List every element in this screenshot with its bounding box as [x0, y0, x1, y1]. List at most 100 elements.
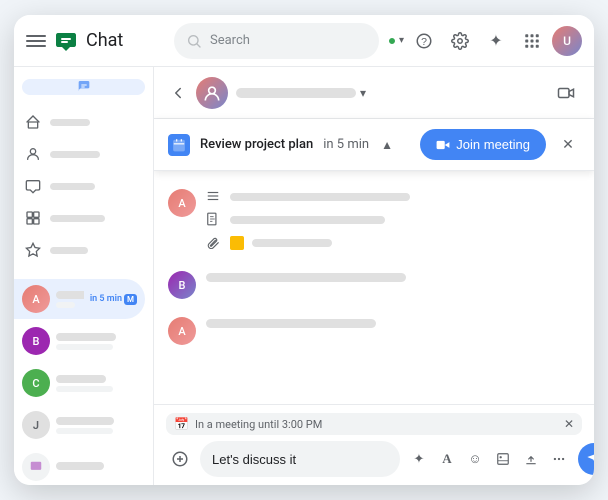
sparkle-tool-btn[interactable]: ✦: [406, 446, 432, 472]
svg-text:?: ?: [421, 35, 427, 47]
sidebar-name-bar-3: [56, 375, 106, 383]
compose-button[interactable]: [22, 79, 145, 95]
rooms-label: [50, 215, 105, 222]
back-button[interactable]: [166, 81, 190, 105]
meeting-status-close[interactable]: ✕: [564, 417, 574, 431]
sidebar-item-text-3: [56, 375, 137, 392]
sidebar-preview-bar-2: [56, 344, 113, 350]
people-icon: [24, 145, 42, 163]
top-bar-left: Chat: [26, 29, 166, 53]
meeting-status-bar: 📅 In a meeting until 3:00 PM ✕: [166, 413, 582, 435]
main-body: A in 5 min M B: [14, 67, 594, 485]
upload-btn[interactable]: [518, 446, 544, 472]
sidebar-name-bar-5: [56, 462, 104, 470]
sidebar-chat-item-2[interactable]: B: [14, 321, 145, 361]
join-meeting-button[interactable]: Join meeting: [420, 129, 546, 160]
rooms-icon: [24, 209, 42, 227]
sidebar-item-text-2: [56, 333, 137, 350]
emoji-btn[interactable]: ☺: [462, 446, 488, 472]
sidebar-name-bar-1: [56, 291, 84, 299]
message-group-2: B: [168, 269, 580, 299]
close-banner-button[interactable]: ✕: [556, 133, 580, 157]
sidebar-avatar-3: C: [22, 369, 50, 397]
msg-text-bar-1a: [230, 193, 410, 201]
sidebar-chat-item-4[interactable]: J: [14, 405, 145, 445]
meet-badge: M: [124, 294, 137, 305]
sidebar-chat-item-3[interactable]: C: [14, 363, 145, 403]
star-label: [50, 247, 88, 254]
sidebar-item-text-1: [56, 291, 84, 308]
home-label: [50, 119, 90, 126]
sidebar-avatar-4: J: [22, 411, 50, 439]
sidebar-item-chat[interactable]: [14, 171, 145, 201]
search-placeholder: Search: [210, 33, 250, 48]
status-indicator[interactable]: ▾: [387, 35, 404, 46]
sidebar-item-star[interactable]: [14, 235, 145, 265]
sidebar-chat-item-1[interactable]: A in 5 min M: [14, 279, 145, 319]
meeting-event-title: Review project plan: [200, 137, 313, 152]
chat-label: [50, 183, 95, 190]
msg-text-bar-3a: [206, 319, 376, 328]
sidebar-avatar-5: [22, 453, 50, 481]
msg-content-row-1: [206, 187, 580, 207]
more-options-btn[interactable]: [546, 446, 572, 472]
msg-content-row-2: [206, 210, 580, 230]
menu-icon[interactable]: [26, 31, 46, 51]
google-chat-logo: [54, 29, 78, 53]
video-call-icon[interactable]: [550, 77, 582, 109]
messages-area: A: [154, 171, 594, 404]
sidebar-chat-item-5[interactable]: [14, 447, 145, 485]
user-avatar[interactable]: U: [552, 26, 582, 56]
sidebar-avatar-2: B: [22, 327, 50, 355]
msg-text-bar-1c: [252, 239, 332, 247]
search-icon: [186, 33, 202, 49]
msg-content-3: [206, 315, 580, 328]
sidebar-item-text-4: [56, 417, 137, 434]
msg-text-bar-1b: [230, 216, 385, 224]
status-dot: [387, 36, 397, 46]
chat-icon: [24, 177, 42, 195]
msg-avatar-1: A: [168, 189, 196, 217]
message-input[interactable]: [200, 441, 400, 477]
sidebar-item-rooms[interactable]: [14, 203, 145, 233]
media-btn[interactable]: [490, 446, 516, 472]
meeting-banner: Review project plan in 5 min ▲ Join meet…: [154, 119, 594, 171]
help-icon[interactable]: ?: [408, 25, 440, 57]
grid-icon[interactable]: [516, 25, 548, 57]
chat-header-actions: [550, 77, 582, 109]
msg-avatar-3: A: [168, 317, 196, 345]
chat-list: A in 5 min M B: [14, 277, 153, 485]
sidebar-item-home[interactable]: [14, 107, 145, 137]
top-bar-right: ▾ ? ✦: [387, 25, 582, 57]
msg-text-bar-2a: [206, 273, 406, 282]
sparkle-icon[interactable]: ✦: [480, 25, 512, 57]
chat-header-chevron[interactable]: ▾: [360, 86, 366, 100]
chat-header-avatar: [196, 77, 228, 109]
msg-avatar-2: B: [168, 271, 196, 299]
format-text-btn[interactable]: A: [434, 446, 460, 472]
sidebar: A in 5 min M B: [14, 67, 154, 485]
settings-icon[interactable]: [444, 25, 476, 57]
search-bar[interactable]: Search: [174, 23, 379, 59]
send-button[interactable]: [578, 443, 594, 475]
chat-header: ▾: [154, 67, 594, 119]
yellow-box-icon: [230, 236, 244, 250]
input-toolbar: ✦ A ☺: [406, 446, 572, 472]
input-area: 📅 In a meeting until 3:00 PM ✕ ✦: [154, 404, 594, 485]
chevron-down-icon: ▾: [399, 35, 404, 46]
sidebar-preview-bar-4: [56, 428, 113, 434]
meeting-banner-chevron[interactable]: ▲: [381, 138, 393, 152]
sidebar-preview-bar-3: [56, 386, 113, 392]
input-row: ✦ A ☺: [166, 441, 582, 477]
sidebar-badge-1: in 5 min: [90, 294, 122, 304]
sidebar-item-people[interactable]: [14, 139, 145, 169]
meeting-banner-calendar-icon: [168, 134, 190, 156]
video-icon-in-btn: [436, 138, 450, 152]
app-title: Chat: [86, 30, 123, 51]
home-icon: [24, 113, 42, 131]
people-label: [50, 151, 100, 158]
meeting-time-label: in 5 min: [323, 137, 369, 152]
attachment-icon: [206, 235, 222, 251]
sidebar-name-bar-2: [56, 333, 116, 341]
add-attachment-button[interactable]: [166, 445, 194, 473]
